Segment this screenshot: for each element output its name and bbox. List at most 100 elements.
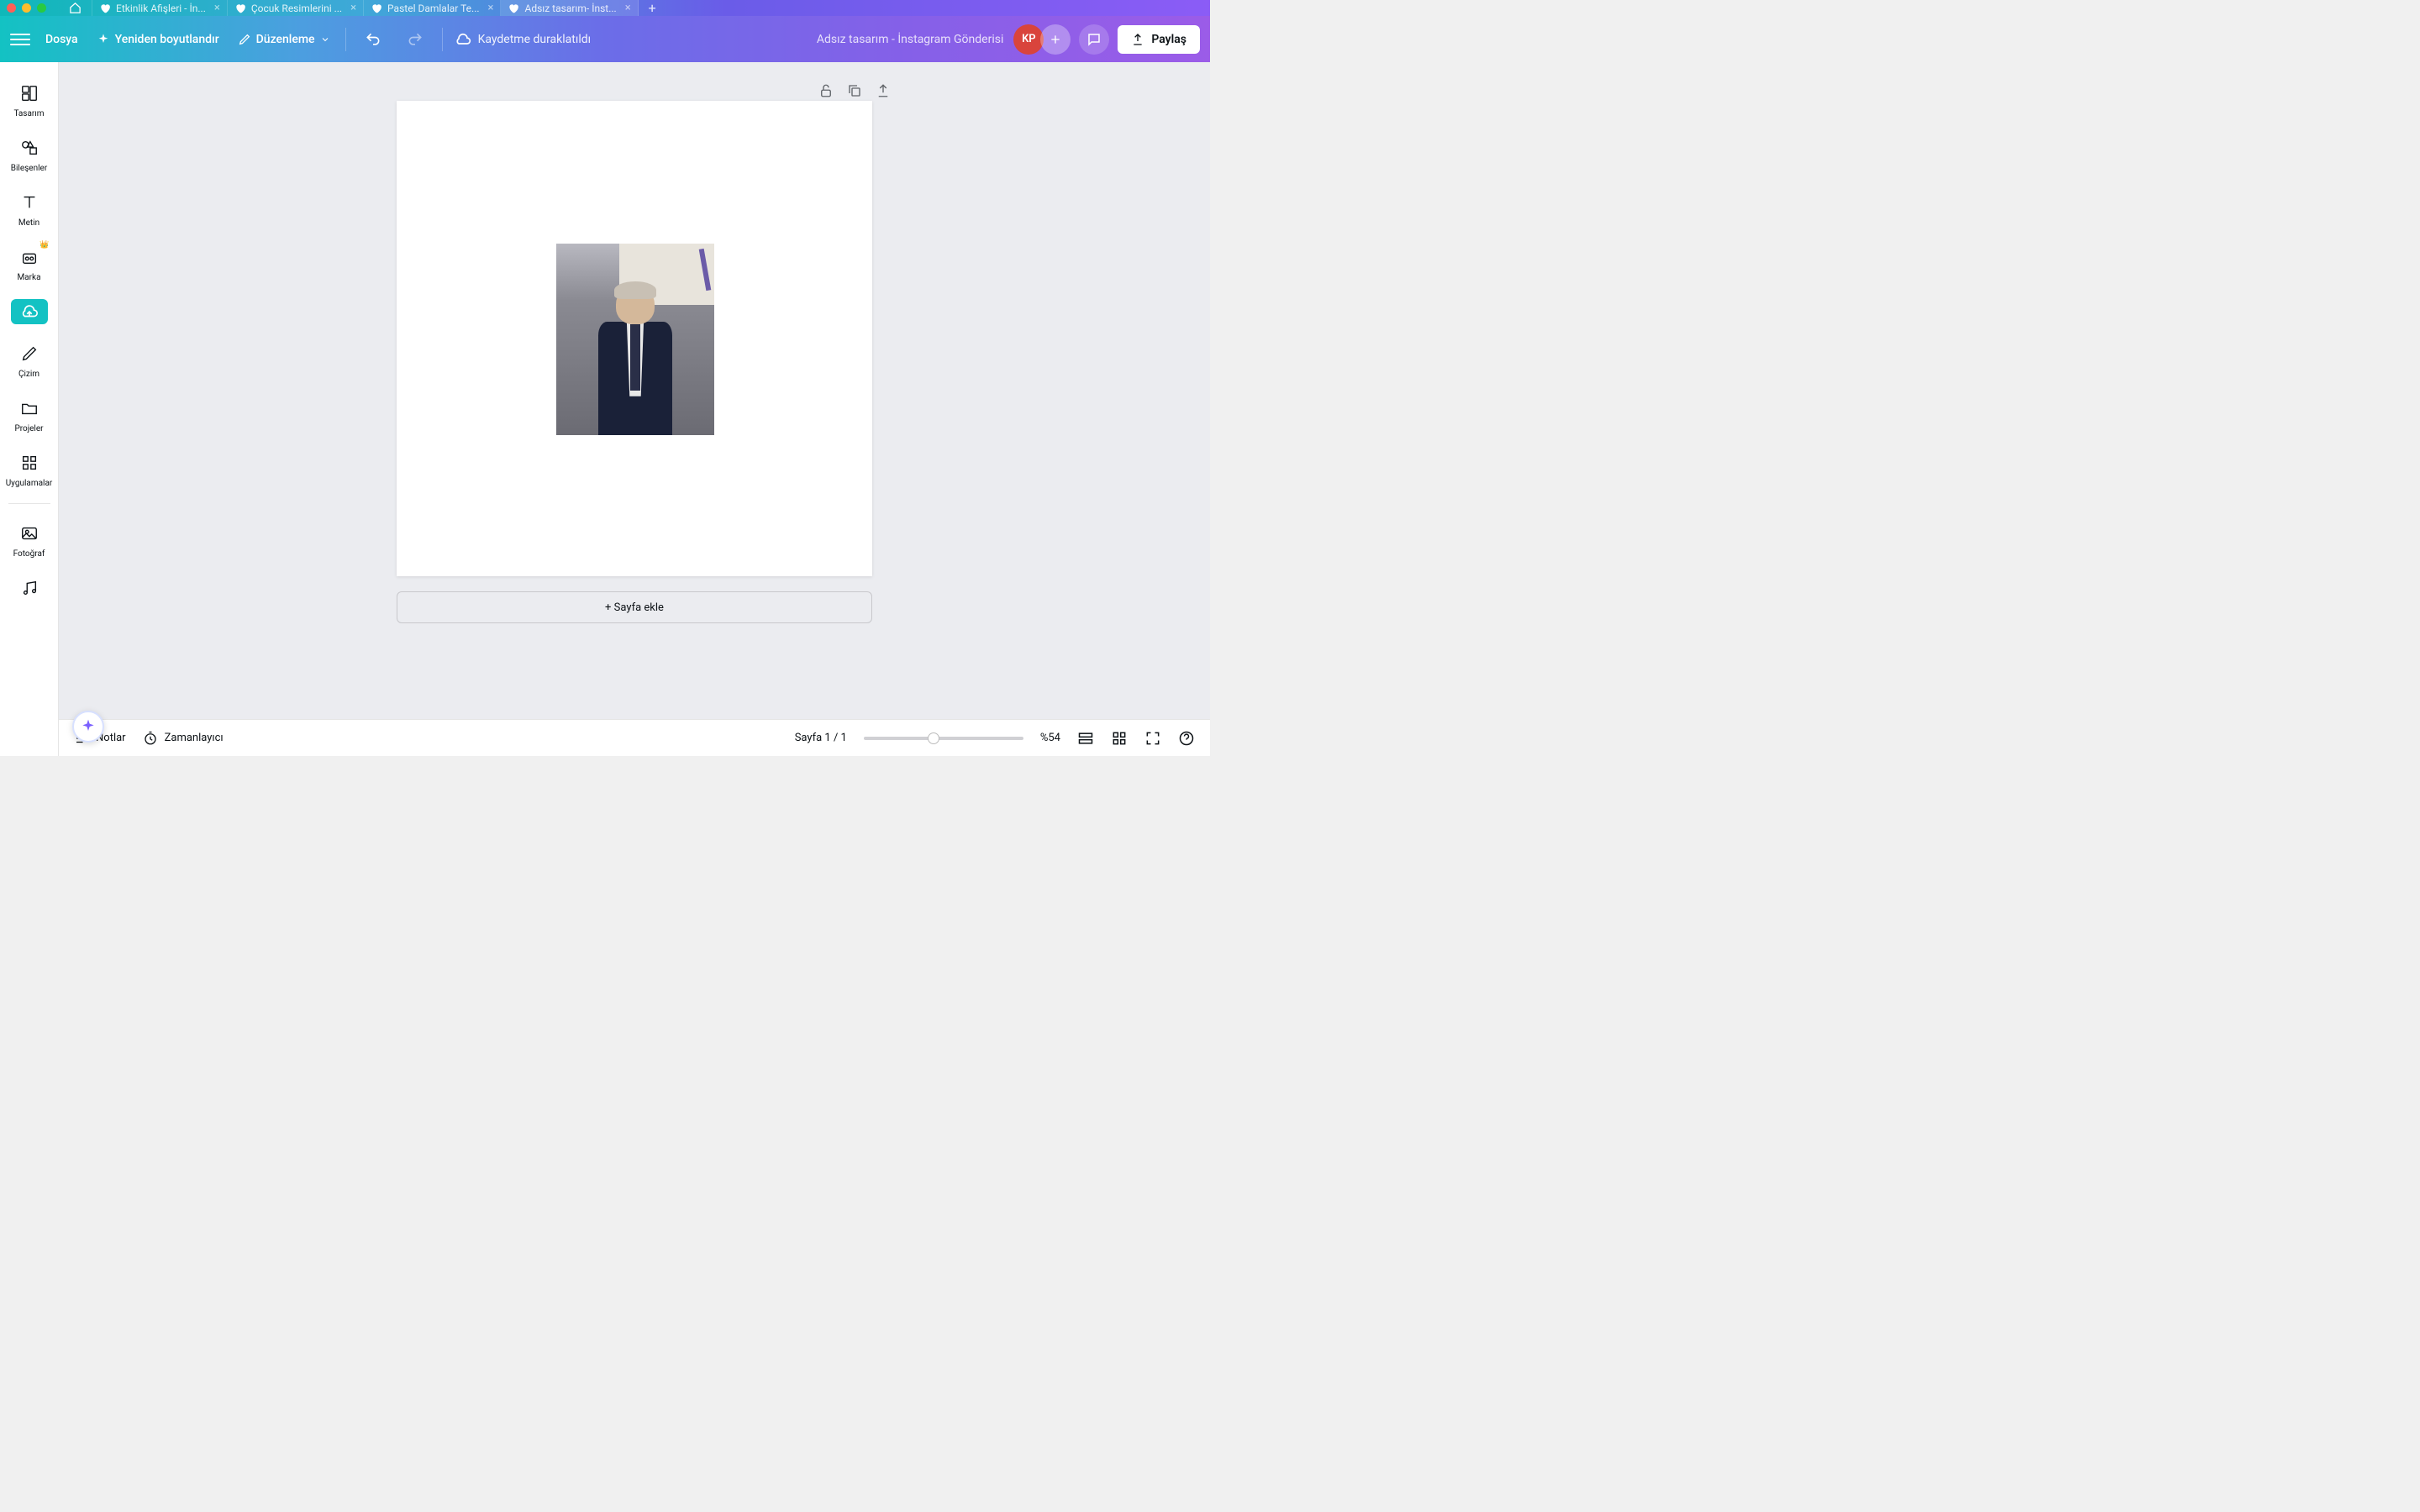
sidebar-item-photo[interactable]: Fotoğraf xyxy=(0,512,59,565)
photo-subject xyxy=(591,286,679,435)
timer-button[interactable]: Zamanlayıcı xyxy=(143,731,224,746)
page-indicator[interactable]: Sayfa 1 / 1 xyxy=(795,732,847,744)
window-minimize-button[interactable] xyxy=(22,3,31,13)
edit-label: Düzenleme xyxy=(256,33,315,46)
share-label: Paylaş xyxy=(1151,33,1186,46)
draw-icon xyxy=(20,344,39,363)
pencil-icon xyxy=(238,33,251,46)
canvas-toolbar xyxy=(59,62,1210,96)
sidebar-label: Uygulamalar xyxy=(6,479,53,488)
sidebar-item-design[interactable]: Tasarım xyxy=(0,72,59,125)
add-member-button[interactable] xyxy=(1040,24,1071,55)
save-status-text: Kaydetme duraklatıldı xyxy=(478,33,592,46)
help-button[interactable] xyxy=(1178,730,1195,747)
resize-label: Yeniden boyutlandır xyxy=(115,33,219,46)
list-view-icon xyxy=(1077,730,1094,747)
sidebar-item-text[interactable]: Metin xyxy=(0,181,59,234)
redo-icon xyxy=(407,31,424,48)
new-tab-button[interactable]: + xyxy=(639,0,666,16)
folder-icon xyxy=(20,399,39,417)
divider xyxy=(345,28,346,51)
text-icon xyxy=(20,193,39,212)
user-avatar[interactable]: KP xyxy=(1013,24,1044,55)
plus-icon xyxy=(1049,33,1062,46)
sidebar-label: Tasarım xyxy=(13,109,44,118)
template-icon xyxy=(20,84,39,102)
chevron-down-icon xyxy=(320,34,330,45)
grid-view-icon xyxy=(1111,730,1128,747)
sidebar-item-elements[interactable]: Bileşenler xyxy=(0,127,59,180)
photo-icon xyxy=(20,524,39,543)
crown-icon: 👑 xyxy=(39,241,49,249)
redo-button[interactable] xyxy=(400,24,430,55)
help-icon xyxy=(1178,730,1195,747)
sidebar-label: Fotoğraf xyxy=(13,549,45,559)
tab-label: Pastel Damlalar Te... xyxy=(387,3,479,14)
view-list-button[interactable] xyxy=(1077,730,1094,747)
window-maximize-button[interactable] xyxy=(37,3,46,13)
file-menu[interactable]: Dosya xyxy=(42,28,82,51)
left-sidebar: Tasarım Bileşenler Metin 👑 Marka Çizim P… xyxy=(0,62,59,756)
sidebar-label: Projeler xyxy=(14,424,43,433)
apps-icon xyxy=(20,454,39,472)
sidebar-item-uploads[interactable] xyxy=(0,291,59,331)
heart-icon xyxy=(99,3,111,14)
tab-close-icon[interactable]: × xyxy=(214,2,220,14)
sidebar-item-audio[interactable] xyxy=(0,567,59,607)
sidebar-divider xyxy=(8,503,50,504)
window-close-button[interactable] xyxy=(7,3,16,13)
sparkle-icon xyxy=(80,718,97,735)
sidebar-item-projects[interactable]: Projeler xyxy=(0,387,59,440)
cloud-upload-icon xyxy=(20,302,39,321)
sidebar-label: Bileşenler xyxy=(11,164,48,173)
cloud-icon xyxy=(455,31,471,48)
window-controls xyxy=(7,3,46,13)
home-icon xyxy=(69,2,82,14)
zoom-thumb[interactable] xyxy=(928,732,939,744)
zoom-level[interactable]: %54 xyxy=(1040,732,1060,744)
tab-label: Etkinlik Afişleri - İn... xyxy=(116,3,206,14)
upload-icon xyxy=(1131,33,1144,46)
heart-icon xyxy=(234,3,246,14)
main-toolbar: Dosya Yeniden boyutlandır Düzenleme Kayd… xyxy=(0,16,1210,62)
tab-2[interactable]: Çocuk Resimlerini ... × xyxy=(228,0,364,16)
home-tab[interactable] xyxy=(59,0,92,16)
sidebar-label: Metin xyxy=(18,218,39,228)
canvas-viewport[interactable]: + Sayfa ekle xyxy=(59,96,1210,719)
add-page-button[interactable]: + Sayfa ekle xyxy=(397,591,872,623)
canvas-area: + Sayfa ekle Notlar Zamanlayıcı Sayfa 1 … xyxy=(59,62,1210,756)
comments-button[interactable] xyxy=(1079,24,1109,55)
tab-4-active[interactable]: Adsız tasarım- İnst... × xyxy=(501,0,638,16)
fullscreen-button[interactable] xyxy=(1144,730,1161,747)
sidebar-item-brand[interactable]: 👑 Marka xyxy=(0,236,59,289)
tab-close-icon[interactable]: × xyxy=(625,2,631,14)
view-grid-button[interactable] xyxy=(1111,730,1128,747)
sidebar-item-apps[interactable]: Uygulamalar xyxy=(0,442,59,495)
magic-assistant-button[interactable] xyxy=(72,711,104,743)
tab-label: Adsız tasarım- İnst... xyxy=(524,3,616,14)
divider xyxy=(442,28,443,51)
resize-button[interactable]: Yeniden boyutlandır xyxy=(93,28,223,51)
zoom-slider[interactable] xyxy=(864,737,1023,740)
bottom-bar: Notlar Zamanlayıcı Sayfa 1 / 1 %54 xyxy=(59,719,1210,756)
undo-button[interactable] xyxy=(358,24,388,55)
timer-label: Zamanlayıcı xyxy=(165,732,224,744)
tab-1[interactable]: Etkinlik Afişleri - İn... × xyxy=(92,0,228,16)
sidebar-label: Marka xyxy=(17,273,40,282)
share-button[interactable]: Paylaş xyxy=(1118,25,1200,54)
edit-menu[interactable]: Düzenleme xyxy=(234,28,334,51)
sidebar-item-draw[interactable]: Çizim xyxy=(0,333,59,386)
tab-close-icon[interactable]: × xyxy=(488,2,494,14)
save-status: Kaydetme duraklatıldı xyxy=(455,31,592,48)
brand-icon xyxy=(20,248,39,266)
comment-icon xyxy=(1086,32,1102,47)
tab-close-icon[interactable]: × xyxy=(350,2,356,14)
timer-icon xyxy=(143,731,158,746)
design-title[interactable]: Adsız tasarım - İnstagram Gönderisi xyxy=(817,33,1003,46)
sparkle-icon xyxy=(97,33,110,46)
menu-button[interactable] xyxy=(10,29,30,50)
tab-3[interactable]: Pastel Damlalar Te... × xyxy=(364,0,501,16)
design-canvas[interactable] xyxy=(397,101,872,576)
placed-image[interactable] xyxy=(556,244,714,435)
heart-icon xyxy=(371,3,382,14)
